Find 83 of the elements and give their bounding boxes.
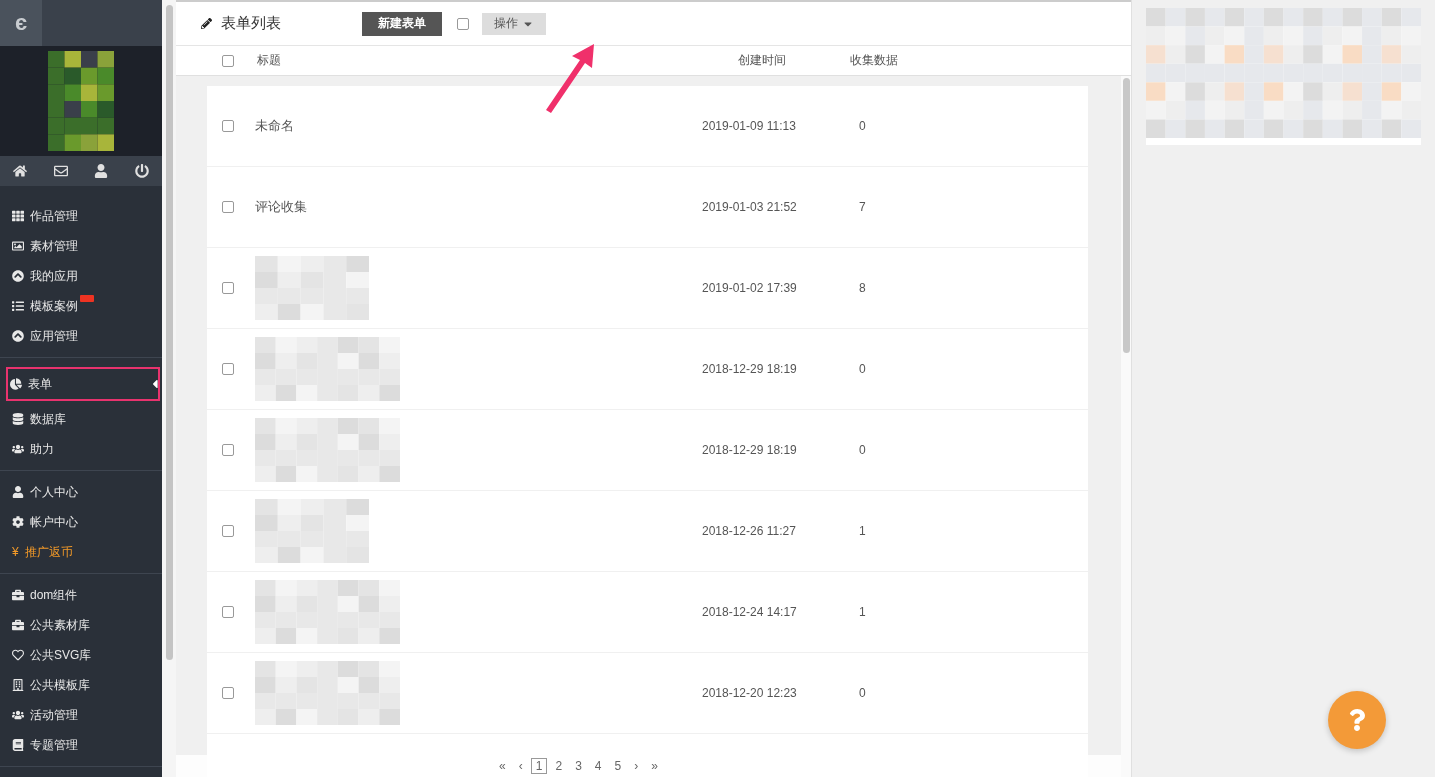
page-link[interactable]: 3 <box>570 758 587 774</box>
table-cell-text: 2019-01-09 11:13 <box>702 119 797 133</box>
checkbox[interactable] <box>457 17 469 30</box>
checkbox[interactable] <box>222 444 234 456</box>
home-icon[interactable] <box>13 164 28 178</box>
page-link[interactable]: » <box>646 758 663 774</box>
table-cell-text: 2018-12-20 12:23 <box>702 686 798 700</box>
table-cell-text: 1 <box>859 605 867 619</box>
scrollbar[interactable] <box>1122 78 1130 353</box>
menu-item[interactable]: 专题管理 <box>0 730 162 760</box>
menu-item[interactable]: 帐户中心 <box>0 507 162 537</box>
list-icon <box>12 300 24 312</box>
pie-chart-icon <box>10 378 22 390</box>
scrollbar[interactable] <box>165 5 173 660</box>
users-icon <box>12 709 24 721</box>
menu-item[interactable]: 公共素材库 <box>0 610 162 640</box>
table-cell-text: 2018-12-29 18:19 <box>702 362 798 376</box>
menu-item[interactable]: 模板案例 <box>0 291 162 321</box>
table-cell-text: 0 <box>859 119 867 133</box>
column-header: 标题 <box>257 52 282 69</box>
heart-icon <box>12 649 24 661</box>
users-icon <box>12 443 24 455</box>
page-link[interactable]: 5 <box>609 758 627 774</box>
checkbox[interactable] <box>222 606 234 618</box>
building-icon <box>12 679 24 691</box>
page-link[interactable]: › <box>629 758 644 774</box>
actions-button[interactable]: 操作 <box>482 12 546 35</box>
settings-icon <box>12 516 24 528</box>
form-title: 未命名 <box>255 117 294 135</box>
table-cell-text: 2019-01-03 21:52 <box>702 200 798 214</box>
page-link[interactable]: 2 <box>550 758 568 774</box>
page-title: 表单列表 <box>221 14 282 33</box>
user-icon <box>12 486 24 498</box>
menu-item[interactable]: 公共SVG库 <box>0 640 162 670</box>
checkbox[interactable] <box>222 687 234 699</box>
checkbox[interactable] <box>222 363 234 375</box>
menu-item[interactable]: 素材管理 <box>0 231 162 261</box>
form-title: 评论收集 <box>255 198 307 216</box>
briefcase-icon <box>12 589 24 601</box>
edit-icon <box>201 18 212 29</box>
menu-item[interactable]: 活动管理 <box>0 700 162 730</box>
menu-item[interactable]: 我的应用 <box>0 261 162 291</box>
logo[interactable]: є <box>0 0 42 46</box>
power-icon[interactable] <box>134 164 149 178</box>
menu-item[interactable]: ¥ 推广返币 <box>0 537 162 567</box>
table-cell-text: 2018-12-26 11:27 <box>702 524 797 538</box>
page-link[interactable]: 1 <box>530 758 548 774</box>
column-header: 收集数据 <box>850 52 899 69</box>
table-cell-text: 0 <box>859 443 867 457</box>
table-cell-text: 8 <box>859 281 867 295</box>
database-icon <box>12 413 24 425</box>
table-cell-text: 0 <box>859 686 867 700</box>
grid-icon <box>12 210 24 222</box>
menu-item[interactable]: dom组件 <box>0 580 162 610</box>
table-cell-text: 1 <box>859 524 867 538</box>
checkbox[interactable] <box>222 282 234 294</box>
new-form-button[interactable]: 新建表单 <box>362 11 442 36</box>
checkbox[interactable] <box>222 201 234 213</box>
mail-icon[interactable] <box>53 164 68 178</box>
table-cell-text: 0 <box>859 362 867 376</box>
page-link[interactable]: 4 <box>589 758 607 774</box>
menu-item[interactable]: 助力 <box>0 434 162 464</box>
menu-item[interactable]: 公共模板库 <box>0 670 162 700</box>
checkbox[interactable] <box>222 54 234 67</box>
menu-item[interactable]: 作品管理 <box>0 201 162 231</box>
table-cell-text: 2019-01-02 17:39 <box>702 281 798 295</box>
menu-item[interactable]: 数据库 <box>0 404 162 434</box>
page-link[interactable]: « <box>494 758 511 774</box>
book-icon <box>12 739 24 751</box>
menu-item[interactable]: 表单 <box>6 367 160 401</box>
menu-item[interactable]: 应用管理 <box>0 321 162 351</box>
table-cell-text: 7 <box>859 200 867 214</box>
checkbox[interactable] <box>222 120 234 132</box>
user-icon[interactable] <box>94 164 109 178</box>
menu-item[interactable]: 个人中心 <box>0 477 162 507</box>
yen-glyph: ¥ <box>12 545 19 559</box>
table-cell-text: 2018-12-24 14:17 <box>702 605 798 619</box>
checkbox[interactable] <box>222 525 234 537</box>
column-header: 创建时间 <box>738 52 787 69</box>
image-icon <box>12 240 24 252</box>
briefcase-icon <box>12 619 24 631</box>
table-cell-text: 2018-12-29 18:19 <box>702 443 798 457</box>
page-link[interactable]: ‹ <box>513 758 528 774</box>
